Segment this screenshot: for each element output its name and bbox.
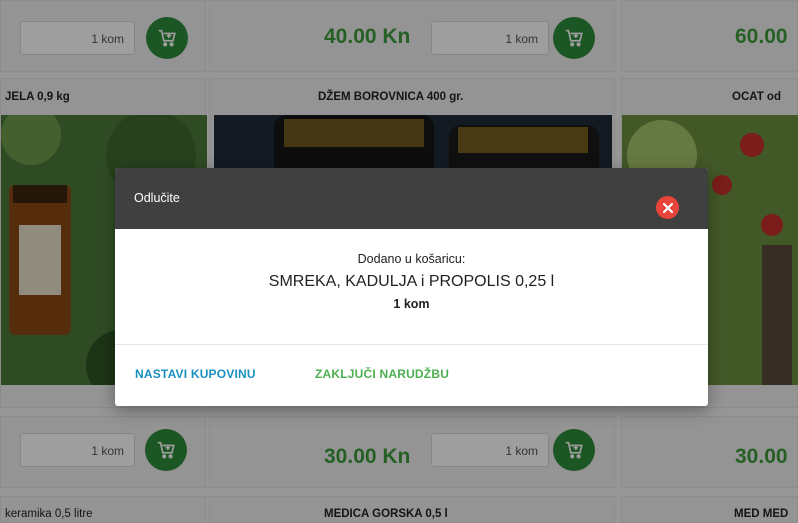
added-label: Dodano u košaricu:: [357, 252, 466, 266]
checkout-button[interactable]: ZAKLJUČI NARUDŽBU: [315, 367, 449, 381]
close-icon: [662, 202, 673, 213]
dialog-body: Dodano u košaricu: SMREKA, KADULJA i PRO…: [115, 229, 708, 345]
dialog-title: Odlučite: [134, 191, 180, 205]
continue-shopping-button[interactable]: NASTAVI KUPOVINU: [135, 367, 256, 381]
dialog-actions: NASTAVI KUPOVINU ZAKLJUČI NARUDŽBU: [115, 345, 708, 405]
added-product-name: SMREKA, KADULJA i PROPOLIS 0,25 l: [268, 273, 555, 290]
close-button[interactable]: [656, 196, 679, 219]
add-to-cart-dialog: Odlučite Dodano u košaricu: SMREKA, KADU…: [115, 168, 708, 406]
added-quantity: 1 kom: [393, 297, 430, 311]
dialog-header: Odlučite: [115, 168, 708, 229]
